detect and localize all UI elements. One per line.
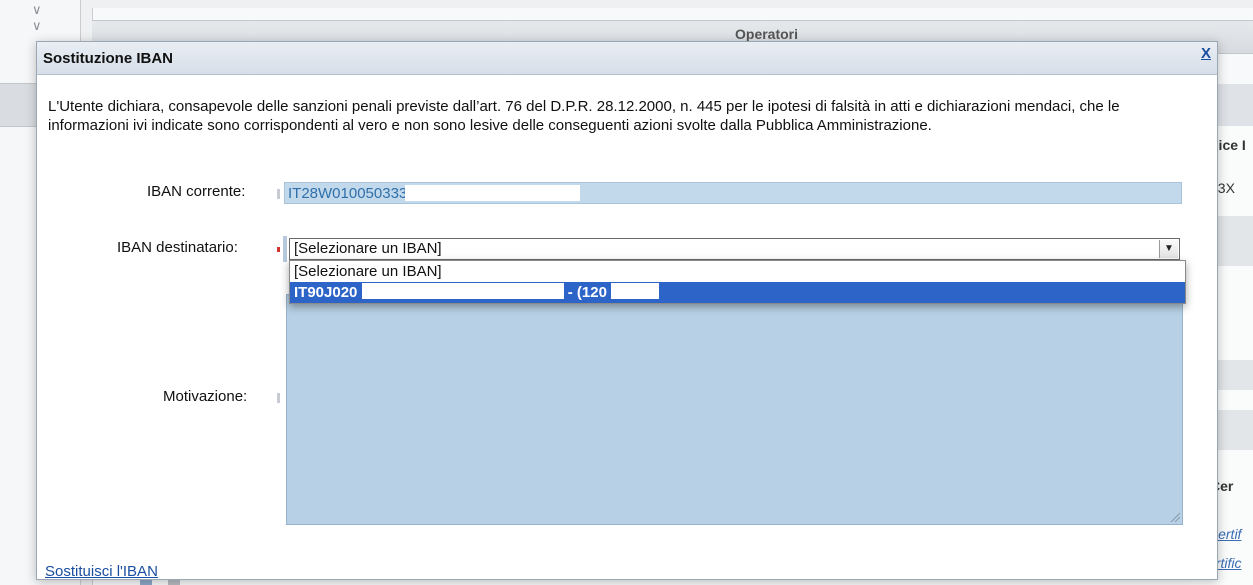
replace-iban-link[interactable]: Sostituisci l'IBAN	[45, 563, 158, 580]
motivation-label: Motivazione:	[163, 388, 248, 405]
redacted-block	[611, 283, 660, 299]
dialog-title: Sostituzione IBAN	[43, 50, 173, 67]
field-marker	[277, 393, 280, 403]
iban-option-highlighted[interactable]: IT90J020 - (120	[290, 282, 1185, 303]
redacted-block	[361, 283, 564, 299]
resize-grip-icon[interactable]	[1170, 512, 1180, 522]
iban-option[interactable]: [Selezionare un IBAN]	[290, 261, 1185, 282]
field-marker	[277, 189, 280, 199]
iban-option-suffix: - (120	[567, 284, 607, 301]
panel-title: Operatori	[735, 26, 799, 42]
iban-recipient-label: IBAN destinatario:	[117, 239, 238, 256]
dropdown-arrow-icon[interactable]: ▼	[1159, 240, 1178, 258]
collapse-chevron-icon[interactable]: ∨ ∨	[32, 2, 42, 34]
iban-current-field: IT28W0100503339	[284, 182, 1182, 204]
iban-recipient-selected: [Selezionare un IBAN]	[294, 240, 442, 257]
redacted-block	[405, 185, 580, 201]
required-marker	[277, 247, 280, 252]
iban-option-label: [Selezionare un IBAN]	[294, 263, 442, 280]
iban-recipient-select[interactable]: [Selezionare un IBAN] ▼	[289, 238, 1180, 260]
replace-iban-dialog: Sostituzione IBAN X L'Utente dichiara, c…	[36, 41, 1218, 580]
select-focus-ring	[283, 236, 287, 262]
dialog-header: Sostituzione IBAN X	[37, 42, 1217, 75]
iban-current-value: IT28W0100503339	[288, 185, 416, 202]
close-button[interactable]: X	[1201, 45, 1211, 62]
iban-option-prefix: IT90J020	[294, 284, 358, 301]
iban-current-label: IBAN corrente:	[147, 183, 246, 200]
legal-declaration: L'Utente dichiara, consapevole delle san…	[48, 98, 1120, 134]
motivation-textarea[interactable]	[286, 294, 1183, 525]
iban-options-list: [Selezionare un IBAN] IT90J020 - (120	[289, 260, 1186, 304]
